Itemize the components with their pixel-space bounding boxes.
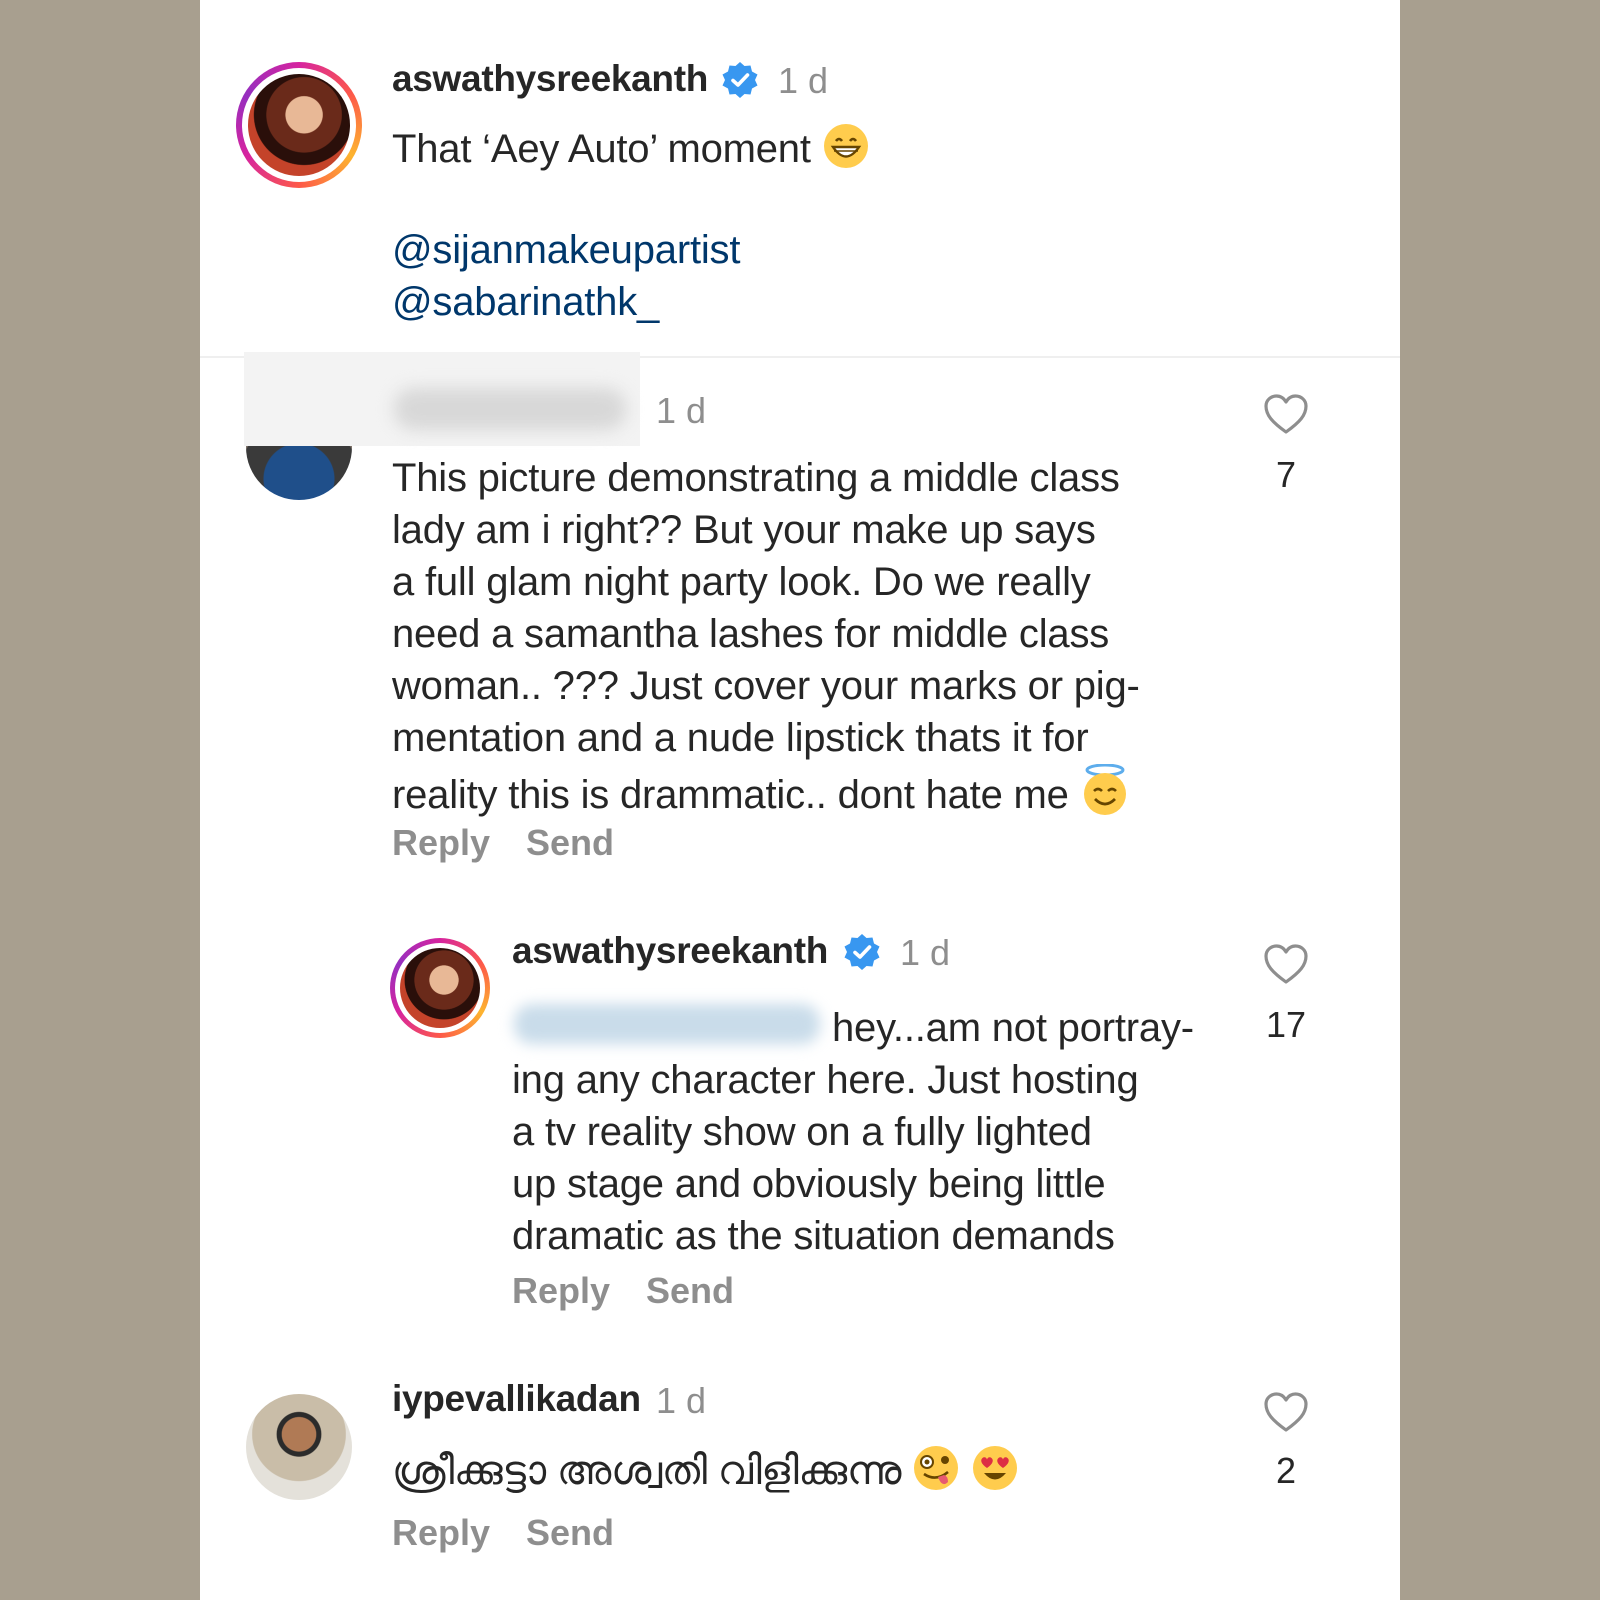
heart-eyes-face-icon xyxy=(973,1446,1018,1490)
comment-time: 1 d xyxy=(656,390,707,431)
caption-username[interactable]: aswathysreekanth xyxy=(392,58,708,100)
caption-text-content: That ‘Aey Auto’ moment xyxy=(392,127,811,171)
comment-line: need a samantha lashes for middle class xyxy=(392,612,1110,656)
avatar-aswathysreekanth[interactable] xyxy=(390,938,490,1038)
reply-line: ing any character here. Just hosting xyxy=(512,1058,1139,1102)
reply-button[interactable]: Reply xyxy=(392,822,490,864)
avatar-iypevallikadan[interactable] xyxy=(246,1394,352,1500)
zany-face-icon xyxy=(914,1446,959,1490)
comment-username[interactable]: iypevallikadan xyxy=(392,1378,641,1420)
like-count: 7 xyxy=(1275,454,1297,495)
redacted-mention xyxy=(514,1004,820,1044)
comments-panel: aswathysreekanth 1 d That ‘Aey Auto’ mom… xyxy=(200,0,1400,1600)
verified-badge-icon xyxy=(844,934,880,970)
reply-text: ing any character here. Just hosting a t… xyxy=(512,1054,1139,1262)
caption-text: That ‘Aey Auto’ moment xyxy=(392,122,870,175)
comment-time: 1 d xyxy=(656,1380,707,1421)
caption-time: 1 d xyxy=(778,60,829,101)
comment-line: a full glam night party look. Do we real… xyxy=(392,560,1091,604)
reply-first-line: hey...am not portray- xyxy=(832,1006,1194,1050)
reply-line: up stage and obviously being little xyxy=(512,1162,1106,1206)
send-button[interactable]: Send xyxy=(526,1512,614,1554)
send-button[interactable]: Send xyxy=(646,1270,734,1312)
like-count: 17 xyxy=(1265,1004,1307,1045)
comment-line: reality this is drammatic.. dont hate me xyxy=(392,773,1069,817)
comment-line: mentation and a nude lipstick thats it f… xyxy=(392,716,1089,760)
reply-line: a tv reality show on a fully lighted xyxy=(512,1110,1092,1154)
comment-text: ശ്രീക്കുട്ടാ അശ്വതി വിളിക്കുന്നു xyxy=(392,1444,1019,1497)
reply-username[interactable]: aswathysreekanth xyxy=(512,930,828,972)
redacted-username-text xyxy=(394,388,626,430)
smiling-face-with-halo-icon xyxy=(1083,764,1126,815)
avatar-aswathysreekanth[interactable] xyxy=(236,62,362,188)
reply-button[interactable]: Reply xyxy=(392,1512,490,1554)
verified-badge-icon xyxy=(722,62,758,98)
heart-icon[interactable] xyxy=(1262,942,1310,986)
heart-icon[interactable] xyxy=(1262,1390,1310,1434)
heart-icon[interactable] xyxy=(1262,392,1310,436)
comment-line-with-emoji: reality this is drammatic.. dont hate me xyxy=(392,764,1140,821)
mention-link[interactable]: @sijanmakeupartist xyxy=(392,224,740,276)
reply-line: dramatic as the situation demands xyxy=(512,1214,1115,1258)
comment-text-content: ശ്രീക്കുട്ടാ അശ്വതി വിളിക്കുന്നു xyxy=(392,1449,902,1493)
reply-time: 1 d xyxy=(900,932,951,973)
reply-button[interactable]: Reply xyxy=(512,1270,610,1312)
comment-line: lady am i right?? But your make up says xyxy=(392,508,1096,552)
comment-line: woman.. ??? Just cover your marks or pig… xyxy=(392,664,1140,708)
comment-line: This picture demonstrating a middle clas… xyxy=(392,456,1120,500)
mention-link[interactable]: @sabarinathk_ xyxy=(392,276,659,328)
send-button[interactable]: Send xyxy=(526,822,614,864)
like-count: 2 xyxy=(1275,1450,1297,1491)
grinning-face-icon xyxy=(823,124,868,168)
comment-text: This picture demonstrating a middle clas… xyxy=(392,452,1140,821)
